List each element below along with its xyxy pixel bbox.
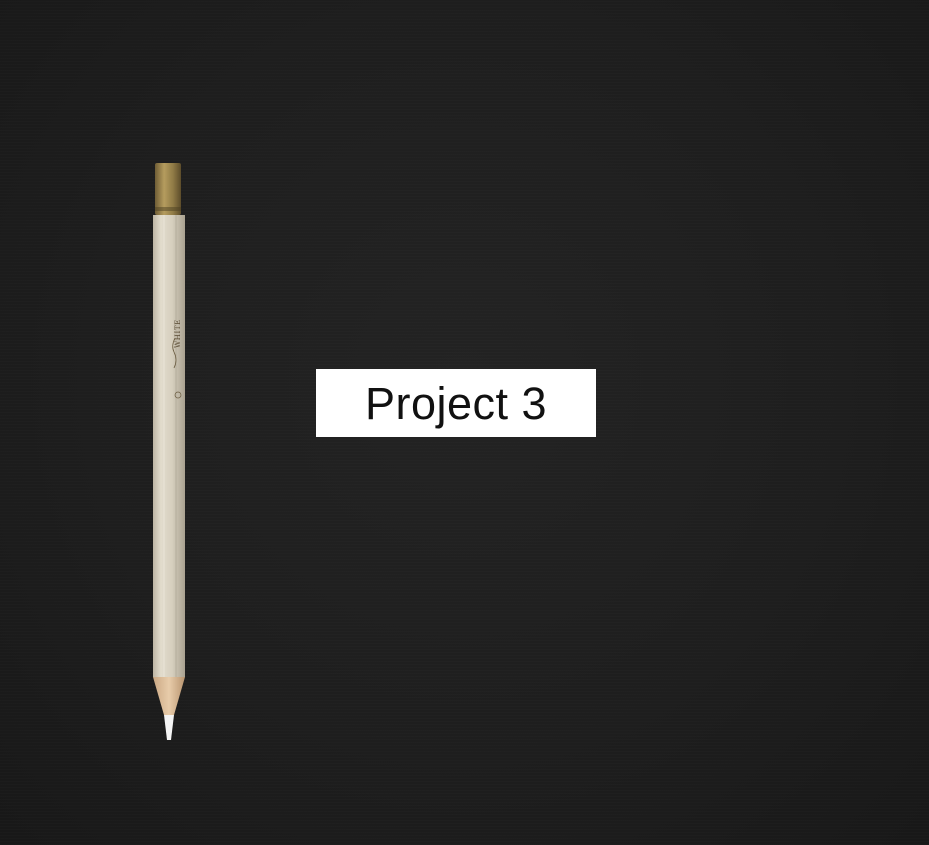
pencil-brand-label: WHITE [174, 319, 182, 348]
pencil-image: WHITE [153, 163, 185, 740]
title-card-text: Project 3 [364, 377, 548, 429]
title-card: Project 3 [316, 369, 596, 437]
photo-scene: WHITE Project 3 [0, 0, 929, 845]
